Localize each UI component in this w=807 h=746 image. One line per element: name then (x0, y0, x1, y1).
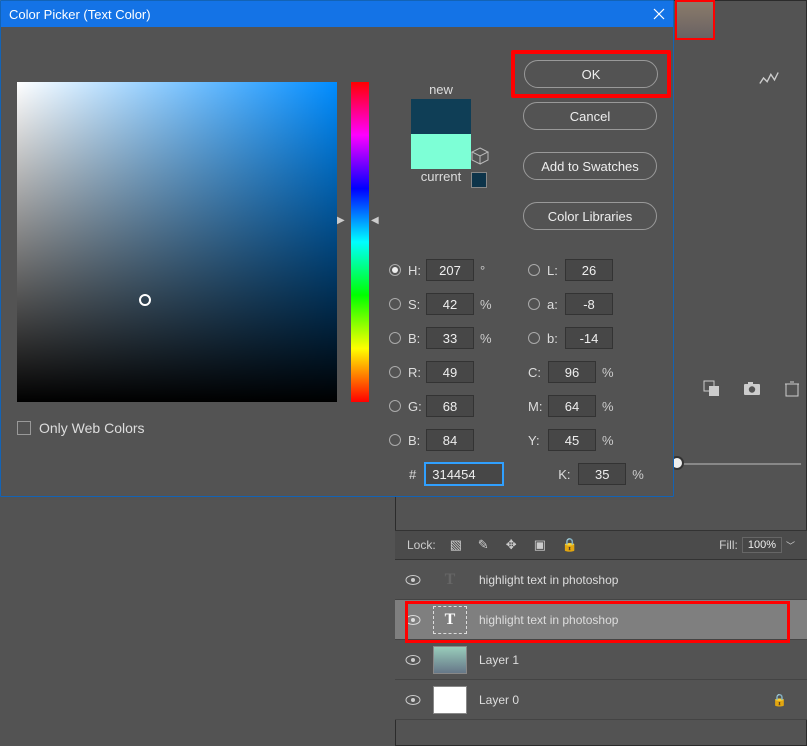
checkbox-icon[interactable] (17, 421, 31, 435)
radio-lb[interactable] (528, 332, 540, 344)
image-thumbnail[interactable] (675, 0, 715, 40)
radio-r[interactable] (389, 366, 401, 378)
layer-row[interactable]: Layer 0 🔒 (395, 680, 807, 720)
input-y[interactable] (548, 429, 596, 451)
input-h[interactable] (426, 259, 474, 281)
label-c: C: (528, 365, 548, 380)
radio-l[interactable] (528, 264, 540, 276)
visibility-icon[interactable] (405, 652, 421, 668)
label-k: K: (558, 467, 578, 482)
color-libraries-button[interactable]: Color Libraries (523, 202, 657, 230)
hue-slider[interactable] (351, 82, 369, 402)
color-picker-dialog: Color Picker (Text Color) ▶ ◀ new curren… (0, 0, 674, 497)
unit-s: % (480, 297, 498, 312)
only-web-colors-checkbox[interactable]: Only Web Colors (17, 420, 145, 436)
fill-value[interactable]: 100% (742, 537, 782, 553)
radio-bhsv[interactable] (389, 332, 401, 344)
lock-all-icon[interactable]: 🔒 (562, 537, 576, 553)
input-g[interactable] (426, 395, 474, 417)
label-brgb: B: (408, 433, 426, 448)
color-values-grid: H: ° L: S: % a: B: % b: (389, 253, 654, 491)
layer-name[interactable]: highlight text in photoshop (479, 613, 618, 627)
chevron-down-icon[interactable]: ﹀ (786, 539, 795, 552)
color-field[interactable] (17, 82, 337, 402)
layer-row[interactable]: T highlight text in photoshop (395, 560, 807, 600)
layer-thumb (433, 686, 467, 714)
layer-name[interactable]: highlight text in photoshop (479, 573, 618, 587)
radio-brgb[interactable] (389, 434, 401, 446)
visibility-icon[interactable] (405, 612, 421, 628)
trash-icon[interactable] (783, 380, 801, 398)
label-bhsv: B: (408, 331, 426, 346)
label-h: H: (408, 263, 426, 278)
label-y: Y: (528, 433, 548, 448)
unit-h: ° (480, 263, 498, 278)
radio-h[interactable] (389, 264, 401, 276)
input-s[interactable] (426, 293, 474, 315)
new-adjustment-icon[interactable] (703, 380, 721, 398)
histogram-icon[interactable] (758, 70, 780, 86)
lock-artboard-icon[interactable]: ▣ (534, 537, 548, 553)
hue-arrow-right-icon: ◀ (371, 215, 379, 226)
cancel-button[interactable]: Cancel (523, 102, 657, 130)
label-l: L: (547, 263, 565, 278)
input-a[interactable] (565, 293, 613, 315)
websafe-swatch[interactable] (471, 172, 487, 188)
input-r[interactable] (426, 361, 474, 383)
input-lb[interactable] (565, 327, 613, 349)
new-color-label: new (391, 82, 491, 97)
radio-g[interactable] (389, 400, 401, 412)
layers-list: T highlight text in photoshop T highligh… (395, 560, 807, 746)
lock-brush-icon[interactable]: ✎ (478, 537, 492, 553)
radio-s[interactable] (389, 298, 401, 310)
lock-label: Lock: (407, 538, 436, 552)
label-lb: b: (547, 331, 565, 346)
lock-row: Lock: ▧ ✎ ✥ ▣ 🔒 Fill: 100% ﹀ (395, 530, 807, 560)
label-g: G: (408, 399, 426, 414)
hex-input[interactable] (424, 462, 504, 486)
lock-pixels-icon[interactable]: ▧ (450, 537, 464, 553)
text-layer-icon: T (433, 606, 467, 634)
radio-a[interactable] (528, 298, 540, 310)
input-c[interactable] (548, 361, 596, 383)
add-to-swatches-button[interactable]: Add to Swatches (523, 152, 657, 180)
label-r: R: (408, 365, 426, 380)
close-icon[interactable] (653, 8, 665, 20)
image-layer-thumb (433, 646, 467, 674)
camera-icon[interactable] (743, 380, 761, 398)
ok-button[interactable]: OK (524, 60, 658, 88)
current-color-swatch[interactable] (411, 134, 471, 169)
unit-bhsv: % (480, 331, 498, 346)
layer-row[interactable]: T highlight text in photoshop (395, 600, 807, 640)
input-bhsv[interactable] (426, 327, 474, 349)
input-brgb[interactable] (426, 429, 474, 451)
lock-icon: 🔒 (772, 693, 787, 707)
input-k[interactable] (578, 463, 626, 485)
visibility-icon[interactable] (405, 572, 421, 588)
only-web-label: Only Web Colors (39, 420, 145, 436)
dialog-titlebar[interactable]: Color Picker (Text Color) (1, 1, 673, 27)
layer-name[interactable]: Layer 0 (479, 693, 519, 707)
layer-row[interactable]: Layer 1 (395, 640, 807, 680)
lock-position-icon[interactable]: ✥ (506, 537, 520, 553)
cube-icon[interactable] (471, 147, 489, 165)
hue-arrow-left-icon: ▶ (337, 215, 345, 226)
layer-name[interactable]: Layer 1 (479, 653, 519, 667)
input-m[interactable] (548, 395, 596, 417)
dialog-title: Color Picker (Text Color) (9, 7, 151, 22)
visibility-icon[interactable] (405, 692, 421, 708)
fill-label: Fill: (719, 538, 738, 552)
label-m: M: (528, 399, 548, 414)
label-s: S: (408, 297, 426, 312)
label-a: a: (547, 297, 565, 312)
ok-highlight-annotation: OK (511, 50, 671, 98)
new-color-swatch (411, 99, 471, 134)
color-picker-cursor[interactable] (139, 294, 151, 306)
text-layer-icon: T (433, 566, 467, 594)
hex-label: # (409, 467, 416, 482)
input-l[interactable] (565, 259, 613, 281)
